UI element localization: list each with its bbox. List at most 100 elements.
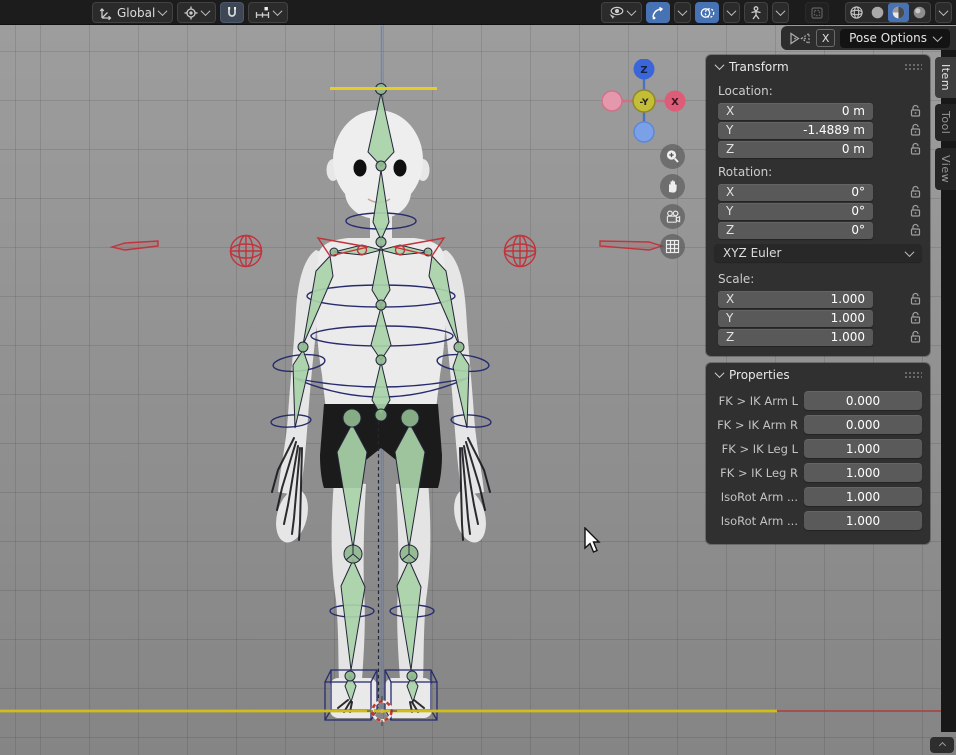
left-hand-ik-disc: [112, 241, 158, 250]
unlock-icon[interactable]: [909, 292, 922, 306]
scale-x-row: X 1.000: [718, 290, 922, 308]
unlock-icon[interactable]: [909, 123, 922, 137]
render-pass-icon: [810, 6, 824, 20]
render-pass-button[interactable]: [805, 2, 829, 23]
transform-orientation-axes-icon: [99, 6, 113, 20]
unlock-icon[interactable]: [909, 104, 922, 118]
unlock-icon[interactable]: [909, 204, 922, 218]
location-y-field[interactable]: Y -1.4889 m: [718, 122, 873, 139]
location-x-field[interactable]: X 0 m: [718, 103, 873, 120]
fk-ik-arm-l-row: FK > IK Arm L 0.000: [710, 391, 922, 410]
rotation-z-row: Z 0°: [718, 221, 922, 239]
shading-rendered-button[interactable]: [909, 3, 930, 22]
rotation-z-field[interactable]: Z 0°: [718, 222, 873, 239]
orientation-label: Global: [117, 6, 155, 20]
scale-z-field[interactable]: Z 1.000: [718, 329, 873, 346]
viewport-shading-group: [845, 2, 931, 23]
camera-icon: [665, 210, 681, 224]
object-visibility-dropdown[interactable]: [601, 2, 642, 23]
toggle-ortho-button[interactable]: [660, 234, 685, 259]
rotation-y-row: Y 0°: [718, 202, 922, 220]
scale-z-row: Z 1.000: [718, 328, 922, 346]
fk-ik-leg-l-field[interactable]: 1.000: [804, 439, 922, 458]
unlock-icon[interactable]: [909, 142, 922, 156]
shading-solid-button[interactable]: [867, 3, 888, 22]
unlock-icon[interactable]: [909, 311, 922, 325]
location-x-row: X 0 m: [718, 102, 922, 120]
shading-dropdown[interactable]: [935, 2, 952, 23]
isorot-arm-2-field[interactable]: 1.000: [804, 511, 922, 530]
snap-settings-dropdown[interactable]: [248, 2, 288, 23]
tab-tool[interactable]: Tool: [935, 104, 956, 141]
unlock-icon[interactable]: [909, 185, 922, 199]
pan-button[interactable]: [660, 174, 685, 199]
tab-item[interactable]: Item: [935, 57, 956, 98]
zoom-button[interactable]: [660, 144, 685, 169]
svg-text:Z: Z: [640, 65, 647, 76]
transform-panel-header[interactable]: Transform: [706, 55, 930, 78]
pivot-point-dropdown[interactable]: [177, 2, 216, 23]
show-overlays-button[interactable]: [695, 2, 719, 23]
xray-dropdown[interactable]: [772, 2, 789, 23]
shading-wireframe-button[interactable]: [846, 3, 867, 22]
mirror-x-toggle[interactable]: X: [816, 29, 835, 47]
right-hand: [449, 486, 491, 546]
transform-orientation-dropdown[interactable]: Global: [92, 2, 173, 23]
overlays-dropdown[interactable]: [723, 2, 740, 23]
shading-material-preview-button[interactable]: [888, 3, 909, 22]
panel-grip-icon[interactable]: [904, 371, 922, 378]
scrollbar-corner-button[interactable]: [930, 737, 954, 753]
chevron-down-icon: [776, 6, 786, 16]
rotation-mode-dropdown[interactable]: XYZ Euler: [714, 244, 922, 262]
pose-figure-icon: [749, 6, 763, 20]
panel-grip-icon[interactable]: [904, 63, 922, 70]
scale-x-field[interactable]: X 1.000: [718, 291, 873, 308]
unlock-icon[interactable]: [909, 330, 922, 344]
fk-ik-leg-r-field[interactable]: 1.000: [804, 463, 922, 482]
location-z-row: Z 0 m: [718, 140, 922, 158]
isorot-arm-2-row: IsoRot Arm ... 1.000: [710, 511, 922, 530]
gizmo-z-negative-ball: [634, 122, 654, 142]
chevron-down-icon: [627, 6, 637, 16]
scale-y-field[interactable]: Y 1.000: [718, 310, 873, 327]
overlays-icon: [700, 6, 715, 20]
fk-ik-arm-r-row: FK > IK Arm R 0.000: [710, 415, 922, 434]
scale-label: Scale:: [706, 266, 930, 289]
chevron-down-icon: [727, 6, 737, 16]
rotation-y-field[interactable]: Y 0°: [718, 203, 873, 220]
hand-icon: [665, 179, 680, 194]
gizmo-x-negative-ball: [602, 91, 622, 111]
tab-view[interactable]: View: [935, 148, 956, 190]
svg-text:X: X: [671, 97, 679, 108]
pose-options-dropdown[interactable]: Pose Options: [840, 29, 950, 48]
rotation-x-field[interactable]: X 0°: [718, 184, 873, 201]
unlock-icon[interactable]: [909, 223, 922, 237]
rotation-x-row: X 0°: [718, 183, 922, 201]
selected-bone-widget: [330, 87, 437, 90]
panel-title: Transform: [729, 60, 789, 74]
gizmo-dropdown[interactable]: [674, 2, 691, 23]
fk-ik-arm-l-field[interactable]: 0.000: [804, 391, 922, 410]
chevron-down-icon: [939, 6, 949, 16]
location-y-row: Y -1.4889 m: [718, 121, 922, 139]
fk-ik-arm-r-field[interactable]: 0.000: [804, 415, 922, 434]
material-sphere-icon: [891, 5, 906, 20]
xray-toggle-button[interactable]: [744, 2, 768, 23]
fk-ik-leg-r-row: FK > IK Leg R 1.000: [710, 463, 922, 482]
grid-icon: [665, 239, 680, 254]
camera-view-button[interactable]: [660, 204, 685, 229]
panel-collapse-icon: [715, 368, 725, 378]
chevron-down-icon: [158, 6, 168, 16]
isorot-arm-1-field[interactable]: 1.000: [804, 487, 922, 506]
location-z-field[interactable]: Z 0 m: [718, 141, 873, 158]
show-gizmo-button[interactable]: [646, 2, 670, 23]
gizmo-view-axis-ball: -Y: [633, 90, 655, 112]
panel-collapse-icon: [715, 60, 725, 70]
properties-panel-header[interactable]: Properties: [706, 363, 930, 386]
snap-toggle-button[interactable]: [220, 2, 244, 23]
navigation-gizmo[interactable]: Z X -Y: [602, 59, 686, 143]
mouse-cursor: [583, 527, 603, 555]
mirror-icon[interactable]: [789, 31, 811, 46]
blender-3d-viewport: Z X -Y: [0, 0, 956, 755]
rotation-label: Rotation:: [706, 159, 930, 182]
